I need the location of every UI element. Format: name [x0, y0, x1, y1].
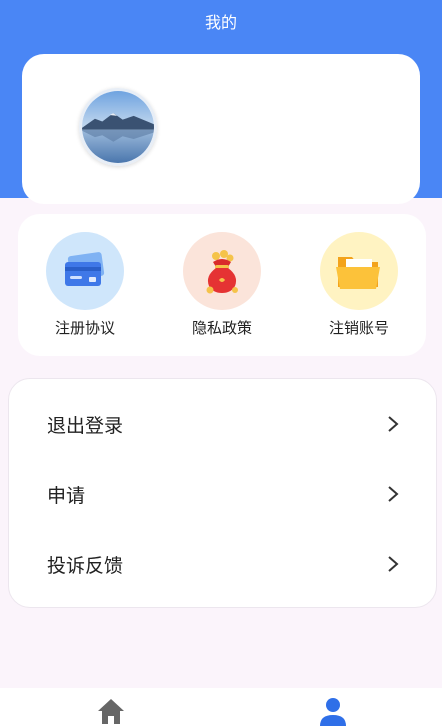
tab-home[interactable]	[91, 696, 131, 728]
menu-card: 退出登录 申请 投诉反馈	[8, 378, 437, 608]
page-title: 我的	[204, 13, 237, 32]
folder-icon-wrap	[320, 232, 398, 310]
home-icon	[98, 699, 124, 724]
money-bag-icon	[206, 250, 238, 294]
credit-card-icon	[65, 252, 105, 286]
person-icon	[320, 698, 346, 726]
quick-action-privacy[interactable]: 隐私政策	[167, 232, 277, 338]
chevron-right-icon	[388, 416, 399, 432]
chevron-right-icon	[388, 556, 399, 572]
menu-item-label: 退出登录	[47, 414, 124, 437]
menu-item-apply[interactable]: 申请	[9, 464, 438, 524]
quick-action-label: 隐私政策	[191, 319, 252, 337]
quick-action-label: 注册协议	[54, 319, 115, 337]
quick-action-cancel-account[interactable]: 注销账号	[304, 232, 414, 338]
money-bag-icon-wrap	[183, 232, 261, 310]
menu-item-label: 申请	[47, 484, 86, 507]
tab-profile[interactable]	[313, 696, 353, 728]
menu-item-label: 投诉反馈	[47, 554, 124, 577]
quick-action-label: 注销账号	[328, 319, 389, 337]
credit-card-icon-wrap	[46, 232, 124, 310]
folder-icon	[336, 257, 380, 289]
bottom-tab-bar	[0, 688, 442, 728]
quick-action-agreement[interactable]: 注册协议	[30, 232, 140, 338]
avatar[interactable]	[79, 88, 157, 166]
menu-item-logout[interactable]: 退出登录	[9, 394, 438, 454]
landscape-avatar-icon	[82, 91, 154, 163]
chevron-right-icon	[388, 486, 399, 502]
menu-item-feedback[interactable]: 投诉反馈	[9, 534, 438, 594]
quick-actions-card: 注册协议 隐私政策 注销账号	[18, 214, 426, 356]
profile-card	[22, 54, 420, 204]
